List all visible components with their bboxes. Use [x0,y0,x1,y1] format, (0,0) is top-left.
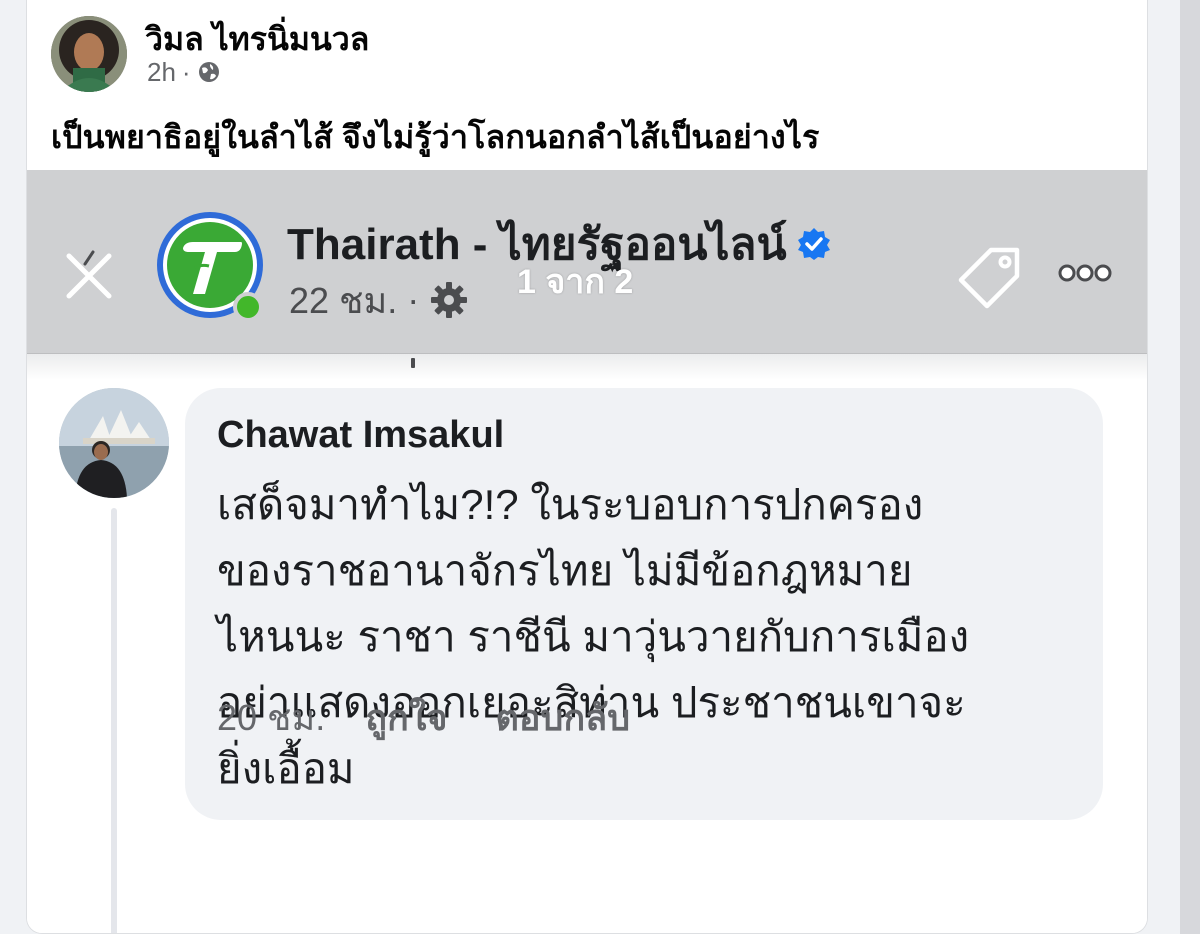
thread-line [111,508,117,933]
photo-viewer-header: Thairath - ไทยรัฐออนไลน์ 22 ชม. · 1 จาก … [27,170,1147,354]
online-status-dot [233,292,263,322]
commenter-avatar[interactable] [59,388,169,498]
comment-line: ไหนนะ ราชา ราชีนี มาวุ่นวายกับการเมือง [217,613,970,660]
page-scrollbar-track [1180,0,1200,934]
comment-line: ยิ่งเอื้อม [217,745,355,792]
tag-icon[interactable] [957,244,1023,310]
globe-icon [198,62,219,82]
page-meta: 22 ชม. · [289,278,469,322]
post-meta: 2h · [147,56,221,88]
meta-separator: · [407,279,420,320]
more-icon[interactable] [1057,258,1113,288]
meta-separator: · [181,56,191,87]
post-time[interactable]: 2h [147,57,176,88]
cropped-mark [411,358,415,368]
gear-icon [431,282,468,318]
comment-text: เสด็จมาทำไม?!? ในระบอบการปกครอง ของราชอา… [217,472,969,802]
reply-button[interactable]: ตอบกลับ [495,689,630,746]
photo-pager: 1 จาก 2 [517,263,634,301]
comment-bubble: Chawat Imsakul เสด็จมาทำไม?!? ในระบอบการ… [185,388,1103,820]
comment-line: ของราชอานาจักรไทย ไม่มีข้อกฎหมาย [217,547,913,594]
header-shadow [27,354,1147,380]
author-avatar[interactable] [51,16,127,92]
commenter-name[interactable]: Chawat Imsakul [217,414,504,457]
comment-actions: 20 ชม. ถูกใจ ตอบกลับ [217,692,630,742]
comment-line: เสด็จมาทำไม?!? ในระบอบการปกครอง [217,481,924,528]
page-post-time[interactable]: 22 ชม. [289,272,397,329]
post-text: เป็นพยาธิอยู่ในลำไส้ จึงไม่รู้ว่าโลกนอกล… [51,119,820,155]
comment-time[interactable]: 20 ชม. [217,689,325,746]
shared-screenshot[interactable]: Thairath - ไทยรัฐออนไลน์ 22 ชม. · 1 จาก … [27,170,1147,933]
verified-badge-icon [797,228,830,260]
close-icon[interactable] [63,250,115,302]
post-card: วิมล ไทรนิ่มนวล 2h · เป็นพยาธิอยู่ในลำไส… [26,0,1148,934]
like-button[interactable]: ถูกใจ [365,689,447,746]
